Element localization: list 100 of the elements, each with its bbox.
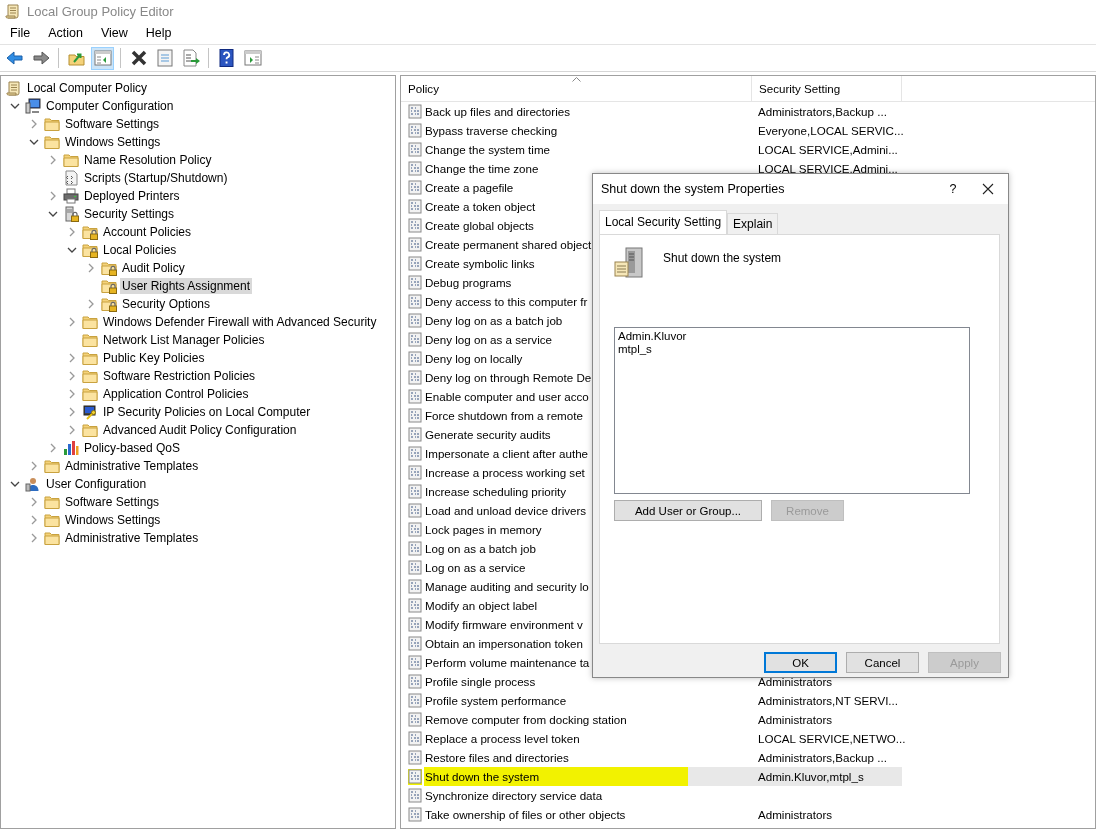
policy-name[interactable]: Deny log on through Remote De — [424, 368, 592, 387]
dialog-button[interactable]: Add User or Group... — [614, 500, 762, 521]
policy-name[interactable]: Restore files and directories — [424, 748, 569, 767]
tree-item[interactable]: User Configuration — [44, 476, 149, 492]
policy-icon — [408, 731, 422, 746]
tree-item[interactable]: Account Policies — [101, 224, 194, 240]
policy-name[interactable]: Force shutdown from a remote — [424, 406, 583, 425]
setting-cell-text: LOCAL SERVICE,Admini... — [757, 161, 899, 177]
tree-item[interactable]: Administrative Templates — [63, 458, 201, 474]
folder-icon — [44, 458, 60, 474]
menu-item[interactable]: Action — [42, 26, 89, 40]
policy-icon — [408, 218, 422, 233]
policy-name[interactable]: Change the system time — [424, 140, 550, 159]
locked-folder-icon — [101, 296, 117, 312]
policy-name[interactable]: Perform volume maintenance ta — [424, 653, 590, 672]
server-lock-icon — [63, 206, 79, 222]
tree-item[interactable]: Application Control Policies — [101, 386, 251, 402]
policy-icon — [408, 161, 422, 176]
tree-item[interactable]: Security Options — [120, 296, 213, 312]
policy-name[interactable]: Deny access to this computer fr — [424, 292, 588, 311]
tree-item[interactable]: Audit Policy — [120, 260, 187, 276]
dialog-button[interactable]: Cancel — [846, 652, 919, 673]
list-item[interactable]: mtpl_s — [618, 343, 652, 356]
menu-item[interactable]: Help — [139, 26, 178, 40]
tree-item[interactable]: Windows Settings — [63, 512, 163, 528]
tree-item[interactable]: Public Key Policies — [101, 350, 207, 366]
help-button[interactable]: ? — [938, 182, 968, 196]
tree-item[interactable]: Software Restriction Policies — [101, 368, 258, 384]
policy-name[interactable]: Deny log on as a batch job — [424, 311, 563, 330]
setting-cell-text: Administrators — [757, 807, 834, 823]
policy-name[interactable]: Enable computer and user acco — [424, 387, 589, 406]
policy-name[interactable]: Impersonate a client after authe — [424, 444, 589, 463]
tree-item[interactable]: Local Computer Policy — [25, 80, 150, 96]
folder-icon — [82, 332, 98, 348]
dialog-button[interactable]: OK — [764, 652, 837, 673]
tree-item[interactable]: Software Settings — [63, 116, 162, 132]
menu-item[interactable]: View — [94, 26, 134, 40]
column-header[interactable]: Policy — [401, 76, 752, 101]
setting-cell: Admin.Kluvor,mtpl_s — [752, 767, 902, 786]
policy-name[interactable]: Modify an object label — [424, 596, 538, 615]
tree-item[interactable]: Scripts (Startup/Shutdown) — [82, 170, 230, 186]
policy-icon — [408, 275, 422, 290]
policy-name[interactable]: Replace a process level token — [424, 729, 580, 748]
tree-item[interactable]: Software Settings — [63, 494, 162, 510]
tree-item[interactable]: IP Security Policies on Local Computer — [101, 404, 313, 420]
tree-item[interactable]: Advanced Audit Policy Configuration — [101, 422, 299, 438]
policy-name[interactable]: Change the time zone — [424, 159, 539, 178]
monitor-key-icon — [82, 404, 98, 420]
tree-item[interactable]: Local Policies — [101, 242, 179, 258]
policy-icon — [408, 541, 422, 556]
tree-item[interactable]: Security Settings — [82, 206, 177, 222]
policy-name[interactable]: Log on as a batch job — [424, 539, 536, 558]
policy-icon — [408, 123, 422, 138]
policy-name[interactable]: Create symbolic links — [424, 254, 535, 273]
policy-name[interactable]: Take ownership of files or other objects — [424, 805, 626, 824]
policy-name[interactable]: Log on as a service — [424, 558, 526, 577]
policy-name[interactable]: Profile system performance — [424, 691, 567, 710]
tab[interactable]: Local Security Setting — [599, 210, 728, 234]
tree-item[interactable]: Windows Settings — [63, 134, 163, 150]
menu-item[interactable]: File — [4, 26, 37, 40]
member-list[interactable]: Admin.Kluvor mtpl_s — [614, 327, 970, 494]
policy-name[interactable]: Lock pages in memory — [424, 520, 542, 539]
policy-icon — [408, 465, 422, 480]
tree-item[interactable]: Computer Configuration — [44, 98, 176, 114]
tree-item[interactable]: Deployed Printers — [82, 188, 182, 204]
policy-name[interactable]: Create a pagefile — [424, 178, 514, 197]
policy-name[interactable]: Create global objects — [424, 216, 534, 235]
tree-item[interactable]: Name Resolution Policy — [82, 152, 214, 168]
tree-item[interactable]: Network List Manager Policies — [101, 332, 267, 348]
policy-name[interactable]: Remove computer from docking station — [424, 710, 627, 729]
policy-name[interactable]: Create a token object — [424, 197, 536, 216]
policy-name[interactable]: Deny log on locally — [424, 349, 523, 368]
policy-name[interactable]: Obtain an impersonation token — [424, 634, 583, 653]
computer-icon — [25, 98, 41, 114]
tree-item[interactable]: Windows Defender Firewall with Advanced Security — [101, 314, 379, 330]
policy-name[interactable]: Shut down the system — [424, 767, 752, 786]
policy-name[interactable]: Debug programs — [424, 273, 512, 292]
policy-name[interactable]: Profile single process — [424, 672, 536, 691]
policy-name[interactable]: Back up files and directories — [424, 102, 570, 121]
tree-item[interactable]: User Rights Assignment — [120, 278, 253, 294]
policy-name[interactable]: Bypass traverse checking — [424, 121, 558, 140]
policy-name[interactable]: Generate security audits — [424, 425, 551, 444]
tree-item[interactable]: Policy-based QoS — [82, 440, 183, 456]
policy-icon — [408, 522, 422, 537]
column-header[interactable]: Security Setting — [752, 76, 902, 101]
policy-name[interactable]: Increase scheduling priority — [424, 482, 567, 501]
server-icon — [614, 247, 645, 279]
policy-name[interactable]: Manage auditing and security lo — [424, 577, 589, 596]
policy-name[interactable]: Load and unload device drivers — [424, 501, 587, 520]
tab[interactable]: Explain — [727, 213, 779, 234]
policy-icon — [408, 598, 422, 613]
locked-folder-icon — [82, 224, 98, 240]
tree-item[interactable]: Administrative Templates — [63, 530, 201, 546]
list-item[interactable]: Admin.Kluvor — [618, 330, 687, 343]
close-icon[interactable] — [982, 183, 994, 195]
policy-name[interactable]: Deny log on as a service — [424, 330, 552, 349]
policy-name[interactable]: Synchronize directory service data — [424, 786, 603, 805]
policy-name[interactable]: Increase a process working set — [424, 463, 585, 482]
policy-name[interactable]: Modify firmware environment v — [424, 615, 583, 634]
policy-name[interactable]: Create permanent shared object — [424, 235, 592, 254]
